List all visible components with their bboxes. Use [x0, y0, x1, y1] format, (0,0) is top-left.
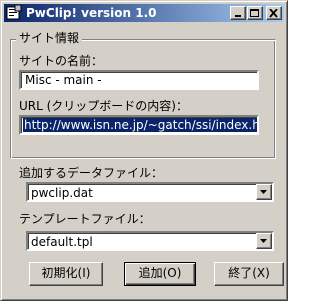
- template-file-label: テンプレートファイル：: [19, 212, 151, 226]
- app-window: PwClip! version 1.0 サイト情報 サイトの名前： Misc -…: [0, 0, 288, 301]
- maximize-icon: [250, 9, 259, 17]
- minimize-icon: [235, 15, 241, 17]
- add-button[interactable]: 追加(O): [124, 262, 196, 286]
- close-button[interactable]: [266, 6, 282, 20]
- chevron-down-icon: [260, 190, 267, 194]
- title-bar[interactable]: PwClip! version 1.0: [4, 4, 284, 22]
- template-file-select[interactable]: default.tpl: [26, 231, 274, 251]
- app-icon: [6, 5, 22, 20]
- template-file-value: default.tpl: [31, 235, 93, 249]
- data-file-dropdown-button[interactable]: [256, 184, 272, 200]
- data-file-label: 追加するデータファイル：: [19, 166, 164, 180]
- template-file-dropdown-button[interactable]: [256, 233, 272, 249]
- url-field[interactable]: http://www.isn.ne.jp/~gatch/ssi/index.ht…: [19, 115, 259, 135]
- init-button[interactable]: 初期化(I): [29, 262, 103, 286]
- site-info-group-label: サイト情報: [16, 31, 83, 45]
- minimize-button[interactable]: [230, 6, 246, 20]
- site-name-label: サイトの名前：: [19, 54, 104, 68]
- data-file-value: pwclip.dat: [31, 186, 93, 200]
- site-name-field[interactable]: Misc - main -: [19, 70, 259, 90]
- url-field-selection: http://www.isn.ne.jp/~gatch/ssi/index.ht…: [23, 118, 257, 132]
- data-file-select[interactable]: pwclip.dat: [26, 182, 274, 202]
- maximize-button[interactable]: [247, 6, 263, 20]
- exit-button[interactable]: 終了(X): [214, 262, 284, 286]
- window-title: PwClip! version 1.0: [26, 6, 157, 20]
- chevron-down-icon: [260, 239, 267, 243]
- close-icon: [269, 9, 278, 18]
- url-label: URL (クリップボードの内容)：: [19, 99, 188, 113]
